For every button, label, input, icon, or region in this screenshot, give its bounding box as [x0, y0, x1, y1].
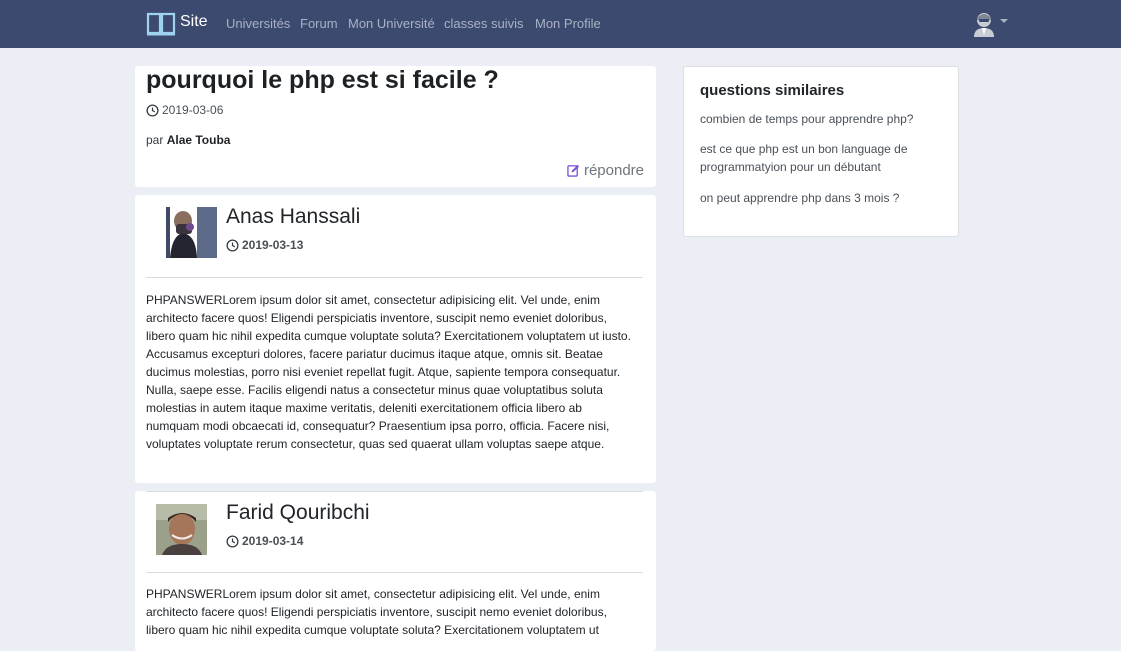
nav-mon-universite[interactable]: Mon Université [348, 16, 435, 31]
brand-text: Site [180, 12, 208, 30]
question-title: pourquoi le php est si facile ? [146, 66, 499, 94]
answer-text: PHPANSWERLorem ipsum dolor sit amet, con… [146, 293, 631, 451]
nav-classes-suivis[interactable]: classes suivis [444, 16, 523, 31]
navbar: Site Universités Forum Mon Université cl… [0, 0, 1121, 48]
similar-questions-card: questions similaires combien de temps po… [683, 66, 959, 237]
user-avatar-icon [974, 13, 994, 37]
divider [146, 277, 643, 278]
author-prefix: par [146, 133, 164, 147]
nav-forum[interactable]: Forum [300, 16, 338, 31]
divider [146, 491, 643, 492]
book-icon [146, 12, 176, 36]
author-name[interactable]: Alae Touba [167, 133, 231, 147]
answer-author-name[interactable]: Anas Hanssali [226, 205, 360, 229]
question-date: 2019-03-06 [146, 103, 223, 117]
similar-questions-title: questions similaires [700, 82, 845, 99]
question-author: par Alae Touba [146, 133, 230, 147]
answer-text: PHPANSWERLorem ipsum dolor sit amet, con… [146, 587, 607, 637]
user-photo [156, 504, 207, 555]
reply-button[interactable]: répondre [567, 162, 644, 179]
question-date-text: 2019-03-06 [162, 103, 224, 117]
reply-label: répondre [583, 162, 644, 179]
clock-icon [146, 103, 159, 117]
clock-icon [226, 238, 239, 252]
edit-icon [567, 164, 580, 177]
answer-date: 2019-03-14 [226, 534, 303, 548]
user-photo [166, 207, 217, 258]
similar-question-link[interactable]: est ce que php est un bon language de pr… [700, 140, 930, 176]
nav-mon-profile[interactable]: Mon Profile [535, 16, 601, 31]
similar-question-link[interactable]: combien de temps pour apprendre php? [700, 110, 930, 128]
answer-card: Anas Hanssali 2019-03-13 PHPANSWERLorem … [135, 195, 656, 483]
answer-author-name[interactable]: Farid Qouribchi [226, 501, 370, 525]
question-card: pourquoi le php est si facile ? 2019-03-… [135, 66, 656, 187]
similar-question-link[interactable]: on peut apprendre php dans 3 mois ? [700, 189, 930, 207]
brand-link[interactable]: Site [146, 10, 208, 36]
answer-date-text: 2019-03-14 [242, 534, 304, 548]
nav-universites[interactable]: Universités [226, 16, 290, 31]
answer-date-text: 2019-03-13 [242, 238, 304, 252]
user-menu-toggle[interactable] [972, 11, 1008, 38]
answer-date: 2019-03-13 [226, 238, 303, 252]
chevron-down-icon [1000, 19, 1008, 23]
clock-icon [226, 534, 239, 548]
answer-card: Farid Qouribchi 2019-03-14 PHPANSWERLore… [135, 491, 656, 651]
divider [146, 572, 643, 573]
